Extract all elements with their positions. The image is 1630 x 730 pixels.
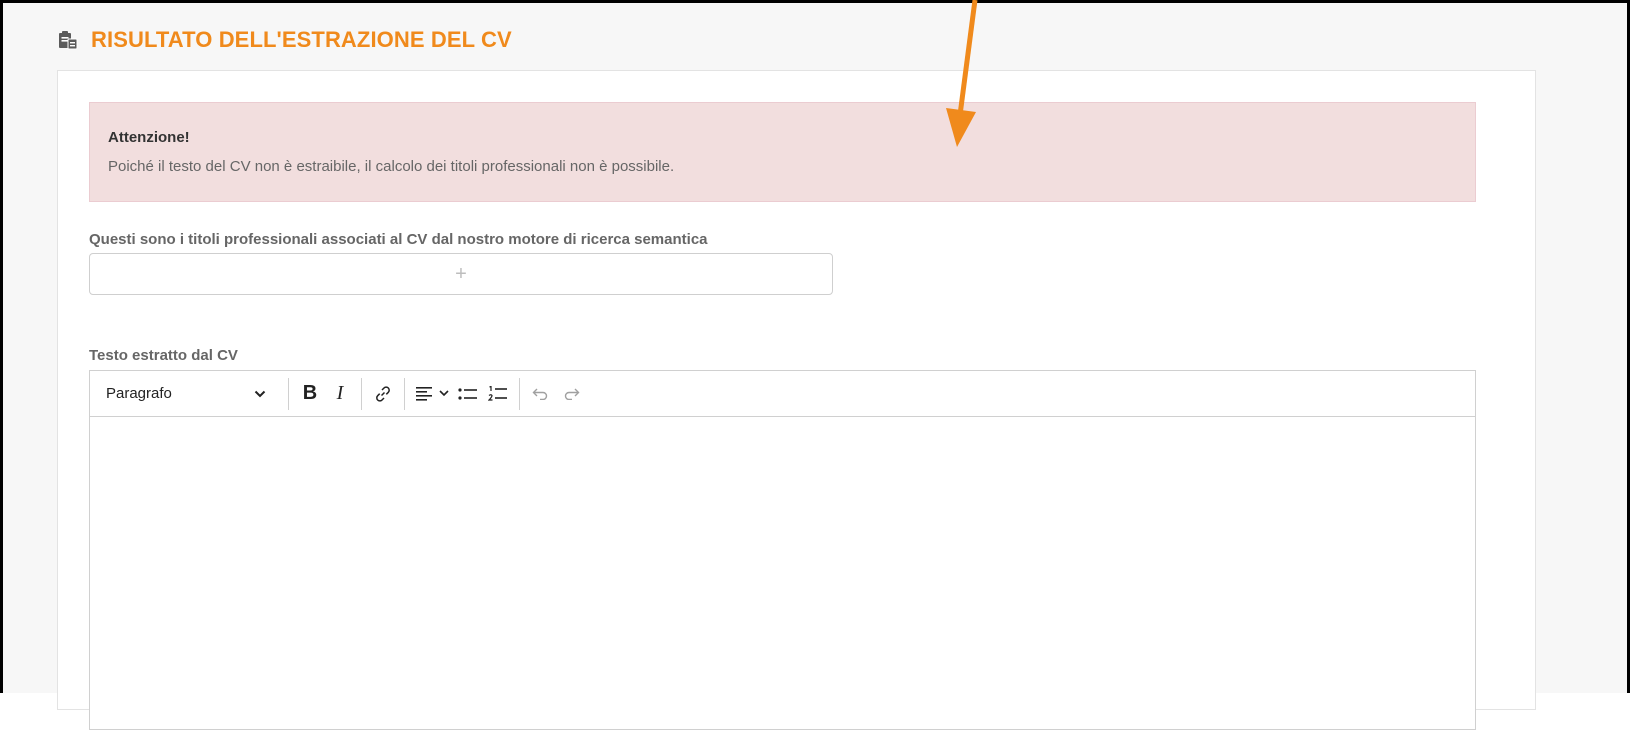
page-frame: RISULTATO DELL'ESTRAZIONE DEL CV Attenzi… bbox=[0, 0, 1630, 730]
bold-icon: B bbox=[302, 382, 318, 404]
cv-text-editor-area[interactable] bbox=[90, 417, 1475, 729]
link-icon bbox=[376, 385, 390, 402]
paragraph-style-value: Paragrafo bbox=[106, 385, 172, 402]
add-title-button[interactable]: + bbox=[89, 253, 833, 295]
editor-toolbar: Paragrafo B I bbox=[90, 371, 1475, 417]
italic-icon: I bbox=[336, 382, 344, 404]
chevron-down-icon bbox=[254, 390, 266, 397]
titles-field-label: Questi sono i titoli professionali assoc… bbox=[89, 231, 708, 248]
cv-extraction-panel: Attenzione! Poiché il testo del CV non è… bbox=[57, 70, 1536, 730]
undo-icon bbox=[532, 388, 548, 400]
chevron-down-icon bbox=[438, 390, 449, 397]
undo-button[interactable] bbox=[526, 379, 556, 409]
numbered-list-button[interactable] bbox=[483, 379, 513, 409]
alert-title: Attenzione! bbox=[108, 129, 190, 146]
alert-message: Poiché il testo del CV non è estraibile,… bbox=[108, 158, 675, 175]
bulleted-list-button[interactable] bbox=[453, 379, 483, 409]
link-button[interactable] bbox=[368, 379, 398, 409]
clipboard-files-icon bbox=[59, 31, 78, 50]
cv-text-field-label: Testo estratto dal CV bbox=[89, 347, 238, 364]
redo-icon bbox=[564, 388, 580, 400]
section-title: RISULTATO DELL'ESTRAZIONE DEL CV bbox=[91, 27, 512, 52]
toolbar-divider bbox=[361, 377, 362, 410]
align-button[interactable] bbox=[411, 379, 453, 409]
toolbar-divider bbox=[404, 377, 405, 410]
warning-alert: Attenzione! Poiché il testo del CV non è… bbox=[89, 102, 1476, 202]
italic-button[interactable]: I bbox=[325, 379, 355, 409]
section-header: RISULTATO DELL'ESTRAZIONE DEL CV bbox=[57, 25, 512, 55]
redo-button[interactable] bbox=[556, 379, 586, 409]
align-left-icon bbox=[415, 386, 432, 401]
annotation-arrow-icon bbox=[946, 0, 978, 147]
plus-icon: + bbox=[455, 262, 467, 285]
toolbar-divider bbox=[288, 377, 289, 410]
bulleted-list-icon bbox=[458, 387, 477, 400]
numbered-list-icon bbox=[488, 385, 507, 401]
toolbar-divider bbox=[519, 377, 520, 410]
paragraph-style-select[interactable]: Paragrafo bbox=[106, 385, 282, 402]
rich-text-editor: Paragrafo B I bbox=[89, 370, 1476, 730]
bold-button[interactable]: B bbox=[295, 379, 325, 409]
